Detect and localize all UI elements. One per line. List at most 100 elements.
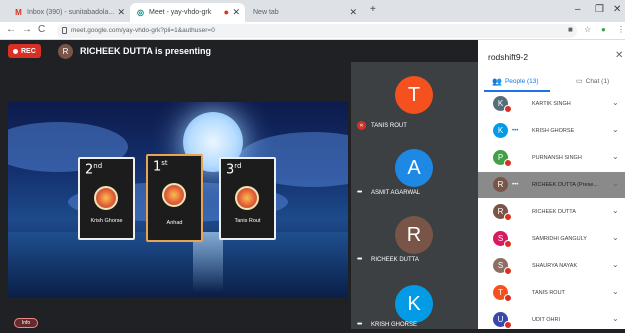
avatar: R [493, 177, 508, 192]
podium-card-first: 1st Anhad [146, 154, 203, 242]
avatar: K [493, 123, 508, 138]
new-tab-button[interactable]: + [370, 4, 376, 15]
record-dot-icon [13, 48, 18, 54]
participant-name: RICHEEK DUTTA (Prese... [532, 182, 598, 188]
meeting-code: rodshift9-2 [488, 52, 529, 62]
back-button[interactable]: ← [6, 24, 16, 35]
avatar: T [395, 76, 433, 114]
winner-avatar [162, 183, 186, 207]
menu-icon[interactable]: ⋮ [617, 25, 625, 34]
recording-badge: REC [8, 44, 41, 58]
tab-gmail[interactable]: M Inbox (390) - sunitabadola... ✕ [8, 3, 130, 22]
chevron-down-icon[interactable]: ⌄ [612, 287, 619, 296]
tab-meet[interactable]: ◎ Meet - yay-vhdo-grk ● ✕ [130, 3, 245, 22]
forward-button[interactable]: → [22, 24, 32, 35]
list-item[interactable]: S SAMRIDHI GANGULY ⌄ [478, 226, 625, 252]
audio-indicator-icon: ••• [357, 256, 362, 263]
minimize-button[interactable]: – [575, 4, 581, 15]
participant-tile[interactable]: T [351, 62, 478, 129]
recording-dot-icon: ● [223, 7, 229, 17]
maximize-button[interactable]: ❐ [595, 4, 604, 15]
people-icon: 👥 [492, 77, 502, 86]
rank-label: 1st [153, 159, 168, 175]
avatar: R [58, 44, 73, 59]
participant-name: PURNANSH SINGH [532, 155, 582, 161]
list-item[interactable]: S SHAURYA NAYAK ⌄ [478, 253, 625, 279]
chevron-down-icon[interactable]: ⌄ [612, 314, 619, 323]
audio-indicator-icon: ••• [512, 128, 519, 134]
rank-label: 2nd [85, 162, 103, 178]
participant-tile[interactable]: R ••• RICHEEK DUTTA [351, 198, 478, 267]
list-item[interactable]: T TANIS ROUT ⌄ [478, 280, 625, 306]
chat-icon: ▭ [576, 78, 583, 85]
winner-avatar [235, 186, 259, 210]
list-item[interactable]: K KARTIK SINGH ⌄ [478, 91, 625, 117]
avatar: R [395, 216, 433, 254]
meet-icon: ◎ [137, 8, 144, 17]
audio-indicator-icon: ••• [357, 189, 362, 196]
close-window-button[interactable]: ✕ [613, 4, 621, 15]
list-item[interactable]: K ••• KRISH GHORSE ⌄ [478, 118, 625, 144]
avatar: K [395, 285, 433, 323]
list-item[interactable]: U UDIT OHRI ⌄ [478, 307, 625, 333]
mic-off-icon [504, 321, 512, 329]
list-item[interactable]: R ••• RICHEEK DUTTA (Prese... ⌄ [478, 172, 625, 198]
audio-indicator-icon: ••• [357, 321, 362, 328]
rank-label: 3rd [226, 162, 242, 178]
address-bar-row: ← → C meet.google.com/yay-vhdo-grk?pli=1… [0, 22, 625, 40]
list-item[interactable]: R RICHEEK DUTTA ⌄ [478, 199, 625, 225]
rec-label: REC [21, 47, 36, 55]
tab-new[interactable]: New tab ✕ [247, 3, 362, 22]
people-tab-label: People (13) [504, 78, 539, 85]
close-tab-icon[interactable]: ✕ [117, 7, 125, 18]
winner-name: Tanis Rout [234, 218, 261, 224]
chevron-down-icon[interactable]: ⌄ [612, 206, 619, 215]
reload-button[interactable]: C [38, 24, 45, 35]
avatar: A [395, 149, 433, 187]
tab-label: Inbox (390) - sunitabadola... [27, 9, 115, 16]
podium-card-second: 2nd Krish Ghorse [78, 157, 135, 240]
chevron-down-icon[interactable]: ⌄ [612, 260, 619, 269]
tab-people[interactable]: 👥 People (13) [492, 77, 539, 86]
extension-icon[interactable]: ● [601, 25, 606, 34]
winner-name: Anhad [166, 220, 183, 226]
mic-off-icon [504, 267, 512, 275]
info-button[interactable]: Info [14, 318, 38, 328]
close-tab-icon[interactable]: ✕ [349, 7, 357, 18]
list-item[interactable]: P PURNANSH SINGH ⌄ [478, 145, 625, 171]
url-input[interactable]: meet.google.com/yay-vhdo-grk?pli=1&authu… [57, 24, 577, 38]
tab-label: Meet - yay-vhdo-grk [149, 9, 212, 16]
meet-top-bar: REC R RICHEEK DUTTA is presenting [0, 40, 478, 62]
mic-off-icon [504, 159, 512, 167]
mic-off-icon [504, 105, 512, 113]
chevron-down-icon[interactable]: ⌄ [612, 125, 619, 134]
podium-card-third: 3rd Tanis Rout [219, 157, 276, 240]
chevron-down-icon[interactable]: ⌄ [612, 179, 619, 188]
participant-name: KRISH GHORSE [371, 322, 418, 328]
tab-chat[interactable]: ▭ Chat (1) [576, 77, 610, 86]
browser-tab-bar: M Inbox (390) - sunitabadola... ✕ ◎ Meet… [0, 0, 625, 22]
chevron-down-icon[interactable]: ⌄ [612, 233, 619, 242]
participant-tile[interactable]: ✕ TANIS ROUT A ••• ASMIT AGARWAL [351, 121, 478, 198]
star-icon[interactable]: ☆ [584, 25, 591, 34]
mic-off-icon [504, 240, 512, 248]
participant-tile[interactable]: K ••• KRISH GHORSE [351, 267, 478, 329]
mic-off-icon [504, 213, 512, 221]
participant-name: RICHEEK DUTTA [532, 209, 576, 215]
close-panel-button[interactable]: ✕ [615, 50, 623, 61]
chevron-down-icon[interactable]: ⌄ [612, 152, 619, 161]
close-tab-icon[interactable]: ✕ [232, 7, 240, 18]
camera-icon[interactable]: ■ [568, 25, 573, 34]
winner-avatar [94, 186, 118, 210]
presenting-banner: RICHEEK DUTTA is presenting [80, 46, 212, 56]
participant-name: SAMRIDHI GANGULY [532, 236, 587, 242]
participant-name: KARTIK SINGH [532, 101, 571, 107]
people-panel: rodshift9-2 ✕ 👥 People (13) ▭ Chat (1) K… [478, 40, 625, 329]
participant-name: SHAURYA NAYAK [532, 263, 578, 269]
participant-name: TANIS ROUT [371, 123, 407, 129]
chat-tab-label: Chat (1) [585, 77, 610, 85]
presentation-screen[interactable]: 2nd Krish Ghorse 1st Anhad 3rd Tanis Rou… [8, 102, 348, 297]
participant-name: KRISH GHORSE [532, 128, 575, 134]
mic-off-icon: ✕ [357, 121, 366, 130]
chevron-down-icon[interactable]: ⌄ [612, 98, 619, 107]
